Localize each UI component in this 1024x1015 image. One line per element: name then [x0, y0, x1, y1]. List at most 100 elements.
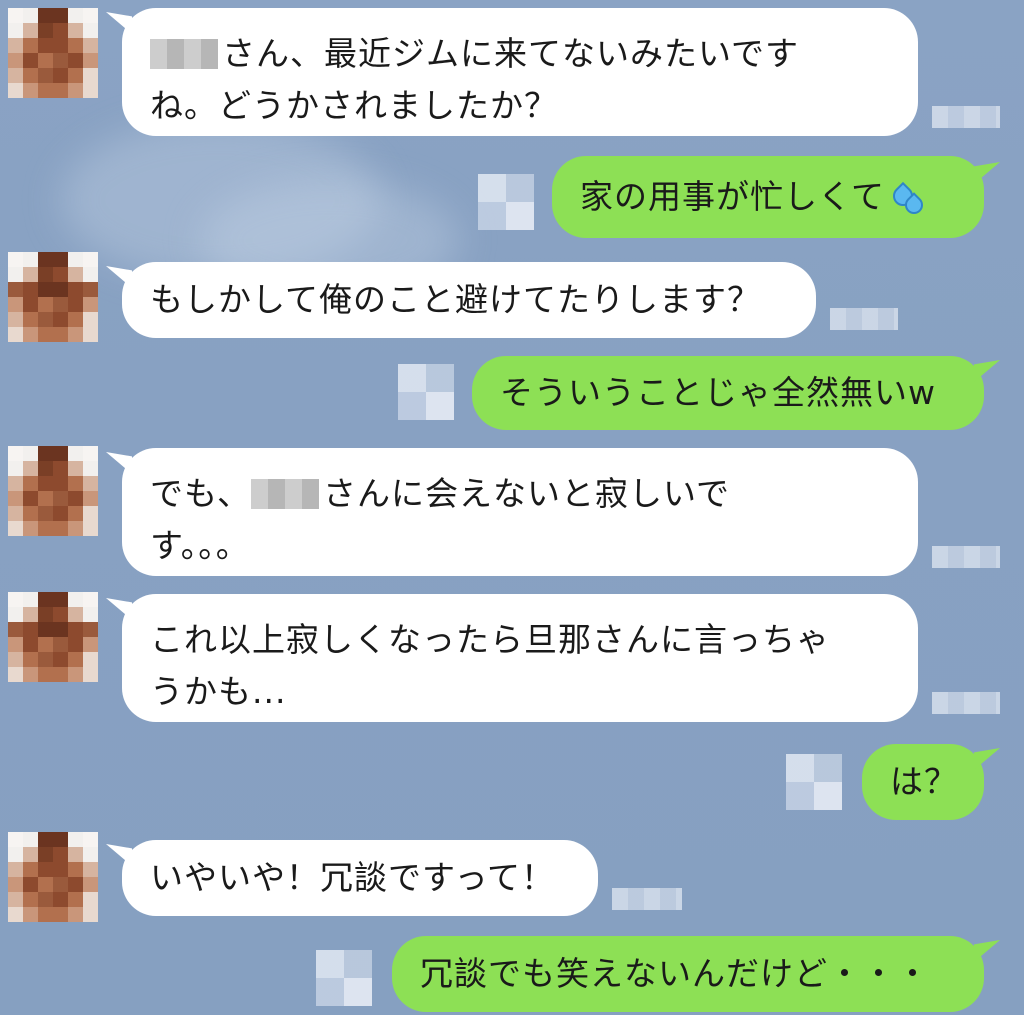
- avatar-pixel: [23, 252, 38, 267]
- avatar-pixel: [83, 476, 98, 491]
- avatar-pixel: [53, 267, 68, 282]
- avatar-pixel: [83, 83, 98, 98]
- outgoing-message[interactable]: は？: [862, 744, 984, 820]
- avatar-pixel: [38, 637, 53, 652]
- avatar-pixel: [8, 461, 23, 476]
- avatar-pixel: [8, 476, 23, 491]
- avatar-pixel: [68, 622, 83, 637]
- avatar-pixel: [83, 637, 98, 652]
- avatar-pixel: [68, 282, 83, 297]
- avatar-pixel: [53, 8, 68, 23]
- avatar-pixel: [83, 282, 98, 297]
- avatar-pixel: [53, 877, 68, 892]
- contact-avatar[interactable]: [8, 592, 98, 682]
- avatar-pixel: [68, 446, 83, 461]
- outgoing-message[interactable]: 家の用事が忙しくて: [552, 156, 984, 238]
- avatar-pixel: [68, 832, 83, 847]
- avatar-pixel: [53, 667, 68, 682]
- avatar-pixel: [53, 252, 68, 267]
- avatar-pixel: [68, 592, 83, 607]
- avatar-pixel: [23, 476, 38, 491]
- avatar-pixel: [38, 83, 53, 98]
- avatar-pixel: [23, 327, 38, 342]
- avatar-pixel: [38, 327, 53, 342]
- avatar-pixel: [38, 461, 53, 476]
- message-text: 冗談でも笑えないんだけど・・・: [420, 954, 930, 993]
- avatar-pixel: [8, 446, 23, 461]
- avatar-pixel: [83, 327, 98, 342]
- avatar-pixel: [38, 282, 53, 297]
- avatar-pixel: [23, 23, 38, 38]
- blurred-read-receipt: [316, 950, 372, 1006]
- contact-avatar[interactable]: [8, 252, 98, 342]
- message-text: そういうことじゃ全然無いw: [500, 373, 936, 412]
- avatar-pixel: [68, 38, 83, 53]
- avatar-pixel: [38, 491, 53, 506]
- avatar-pixel: [8, 23, 23, 38]
- avatar-pixel: [38, 38, 53, 53]
- message-text: は？: [890, 762, 958, 801]
- avatar-pixel: [53, 282, 68, 297]
- avatar-pixel: [83, 592, 98, 607]
- avatar-pixel: [8, 607, 23, 622]
- avatar-pixel: [68, 607, 83, 622]
- avatar-pixel: [23, 267, 38, 282]
- avatar-pixel: [23, 892, 38, 907]
- avatar-pixel: [53, 832, 68, 847]
- avatar-pixel: [23, 637, 38, 652]
- avatar-pixel: [68, 652, 83, 667]
- avatar-pixel: [53, 506, 68, 521]
- outgoing-message[interactable]: そういうことじゃ全然無いw: [472, 356, 984, 430]
- avatar-pixel: [8, 312, 23, 327]
- avatar-pixel: [83, 252, 98, 267]
- avatar-pixel: [38, 592, 53, 607]
- avatar-pixel: [23, 592, 38, 607]
- avatar-pixel: [38, 847, 53, 862]
- avatar-pixel: [83, 312, 98, 327]
- avatar-pixel: [68, 53, 83, 68]
- blurred-read-receipt: [398, 364, 454, 420]
- incoming-message[interactable]: これ以上寂しくなったら旦那さんに言っちゃ うかも...: [122, 594, 918, 722]
- avatar-pixel: [23, 847, 38, 862]
- avatar-pixel: [53, 23, 68, 38]
- avatar-pixel: [83, 68, 98, 83]
- avatar-pixel: [38, 892, 53, 907]
- avatar-pixel: [38, 267, 53, 282]
- avatar-pixel: [23, 297, 38, 312]
- incoming-message[interactable]: もしかして俺のこと避けてたりします？: [122, 262, 816, 338]
- incoming-message[interactable]: でも、 さんに会えないと寂しいで す。。。: [122, 448, 918, 576]
- avatar-pixel: [8, 38, 23, 53]
- avatar-pixel: [83, 847, 98, 862]
- avatar-pixel: [23, 8, 38, 23]
- avatar-pixel: [23, 506, 38, 521]
- avatar-pixel: [8, 297, 23, 312]
- blurred-timestamp: [612, 888, 682, 910]
- outgoing-message[interactable]: 冗談でも笑えないんだけど・・・: [392, 936, 984, 1012]
- contact-avatar[interactable]: [8, 8, 98, 98]
- avatar-pixel: [68, 252, 83, 267]
- avatar-pixel: [38, 877, 53, 892]
- avatar-pixel: [83, 607, 98, 622]
- avatar-pixel: [53, 622, 68, 637]
- avatar-pixel: [83, 446, 98, 461]
- message-text: さん、最近ジムに来てないみたいです: [222, 34, 800, 73]
- incoming-message[interactable]: いやいや！冗談ですって！: [122, 840, 598, 916]
- blurred-timestamp: [932, 692, 1000, 714]
- avatar-pixel: [8, 667, 23, 682]
- avatar-pixel: [83, 461, 98, 476]
- avatar-pixel: [53, 297, 68, 312]
- avatar-pixel: [53, 607, 68, 622]
- avatar-pixel: [8, 847, 23, 862]
- avatar-pixel: [83, 652, 98, 667]
- avatar-pixel: [38, 862, 53, 877]
- avatar-pixel: [53, 38, 68, 53]
- avatar-pixel: [53, 907, 68, 922]
- incoming-message[interactable]: さん、最近ジムに来てないみたいです ね。どうかされましたか？: [122, 8, 918, 136]
- avatar-pixel: [83, 38, 98, 53]
- blurred-read-receipt: [478, 174, 534, 230]
- contact-avatar[interactable]: [8, 446, 98, 536]
- avatar-pixel: [8, 491, 23, 506]
- contact-avatar[interactable]: [8, 832, 98, 922]
- message-text: でも、: [150, 474, 252, 513]
- avatar-pixel: [68, 667, 83, 682]
